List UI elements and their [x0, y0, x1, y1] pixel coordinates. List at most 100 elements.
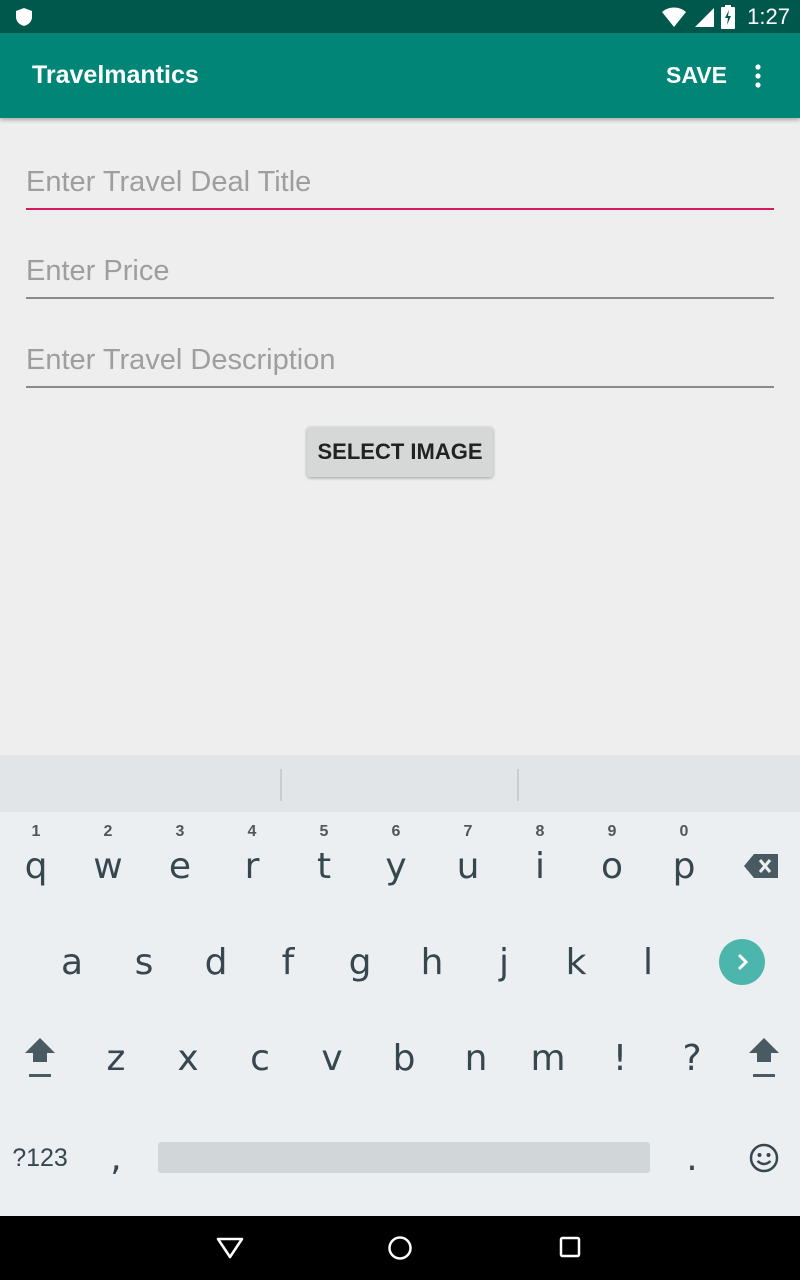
key-label: o — [600, 845, 624, 887]
key-label: c — [250, 1037, 270, 1079]
suggestion-divider — [280, 769, 282, 801]
key-label: e — [168, 845, 192, 887]
key-comma[interactable]: , — [80, 1115, 152, 1201]
shift-icon — [749, 1038, 779, 1077]
key-f[interactable]: f — [252, 917, 324, 1007]
description-underline — [26, 386, 774, 388]
key-hint: 2 — [103, 823, 113, 840]
key-g[interactable]: g — [324, 917, 396, 1007]
key-c[interactable]: c — [224, 1013, 296, 1103]
back-icon[interactable] — [216, 1236, 244, 1260]
deal-title-input[interactable] — [26, 150, 774, 204]
description-field-container — [26, 328, 774, 388]
recents-icon[interactable] — [559, 1236, 581, 1258]
key-v[interactable]: v — [296, 1013, 368, 1103]
key-t[interactable]: 5 t — [288, 821, 360, 911]
key-m[interactable]: m — [512, 1013, 584, 1103]
key-hint: 3 — [175, 823, 185, 840]
key-p[interactable]: 0 p — [648, 821, 720, 911]
battery-charging-icon — [721, 4, 736, 29]
key-i[interactable]: 8 i — [504, 821, 576, 911]
key-hint: 5 — [319, 823, 329, 840]
key-r[interactable]: 4 r — [216, 821, 288, 911]
key-n[interactable]: n — [440, 1013, 512, 1103]
key-s[interactable]: s — [108, 917, 180, 1007]
key-label: u — [456, 845, 480, 887]
title-field-container — [26, 150, 774, 210]
suggestion-strip — [0, 755, 800, 812]
key-label: q — [24, 845, 48, 887]
space-bar[interactable] — [158, 1142, 650, 1173]
key-label: ! — [612, 1037, 628, 1079]
key-label: k — [565, 941, 587, 983]
key-label: h — [420, 941, 444, 983]
price-input[interactable] — [26, 239, 774, 293]
key-h[interactable]: h — [396, 917, 468, 1007]
status-time: 1:27 — [747, 3, 790, 29]
save-button[interactable]: SAVE — [666, 62, 727, 89]
key-o[interactable]: 9 o — [576, 821, 648, 911]
shift-icon — [25, 1038, 55, 1077]
key-label: m — [530, 1037, 566, 1079]
key-l[interactable]: l — [612, 917, 684, 1007]
wifi-icon — [662, 7, 687, 27]
key-hint: 4 — [247, 823, 257, 840]
title-underline — [26, 208, 774, 210]
key-exclamation[interactable]: ! — [584, 1013, 656, 1103]
key-label: z — [106, 1037, 126, 1079]
key-label: p — [672, 845, 696, 887]
key-u[interactable]: 7 u — [432, 821, 504, 911]
suggestion-divider — [517, 769, 519, 801]
key-w[interactable]: 2 w — [72, 821, 144, 911]
home-icon[interactable] — [387, 1235, 413, 1261]
soft-keyboard: 1 q 2 w 3 e 4 r 5 t 6 y 7 u 8 i 9 o 0 p — [0, 755, 800, 1216]
key-q[interactable]: 1 q — [0, 821, 72, 911]
key-e[interactable]: 3 e — [144, 821, 216, 911]
enter-key[interactable] — [704, 917, 780, 1007]
key-label: t — [316, 845, 332, 887]
key-label: l — [642, 941, 653, 983]
status-bar: 1:27 — [0, 0, 800, 33]
key-label: f — [281, 941, 295, 983]
key-b[interactable]: b — [368, 1013, 440, 1103]
more-vert-icon[interactable] — [748, 63, 768, 89]
key-label: y — [385, 845, 407, 887]
shift-key-right[interactable] — [728, 1013, 800, 1103]
key-label: v — [321, 1037, 343, 1079]
key-z[interactable]: z — [80, 1013, 152, 1103]
price-underline — [26, 297, 774, 299]
shift-key-left[interactable] — [4, 1013, 76, 1103]
key-hint: 0 — [679, 823, 689, 840]
key-a[interactable]: a — [36, 917, 108, 1007]
key-label: . — [686, 1137, 698, 1179]
key-label: x — [177, 1037, 199, 1079]
key-label: ?123 — [12, 1143, 68, 1172]
key-label: b — [392, 1037, 416, 1079]
next-arrow-icon — [719, 939, 765, 985]
app-title: Travelmantics — [32, 61, 199, 89]
key-hint: 1 — [31, 823, 41, 840]
key-period[interactable]: . — [656, 1115, 728, 1201]
key-j[interactable]: j — [468, 917, 540, 1007]
select-image-button[interactable]: SELECT IMAGE — [307, 427, 493, 477]
key-d[interactable]: d — [180, 917, 252, 1007]
key-k[interactable]: k — [540, 917, 612, 1007]
description-input[interactable] — [26, 328, 774, 382]
emoji-key[interactable] — [728, 1115, 800, 1201]
key-label: d — [204, 941, 228, 983]
backspace-key[interactable] — [722, 821, 800, 911]
key-label: w — [93, 845, 123, 887]
navigation-bar — [0, 1216, 800, 1280]
key-label: a — [60, 941, 84, 983]
key-hint: 6 — [391, 823, 401, 840]
key-y[interactable]: 6 y — [360, 821, 432, 911]
key-hint: 8 — [535, 823, 545, 840]
key-label: j — [498, 941, 509, 983]
key-label: g — [348, 941, 372, 983]
key-question[interactable]: ? — [656, 1013, 728, 1103]
key-label: ? — [682, 1037, 702, 1079]
key-label: s — [134, 941, 154, 983]
symbols-key[interactable]: ?123 — [0, 1115, 80, 1201]
key-x[interactable]: x — [152, 1013, 224, 1103]
emoji-icon — [749, 1143, 779, 1173]
